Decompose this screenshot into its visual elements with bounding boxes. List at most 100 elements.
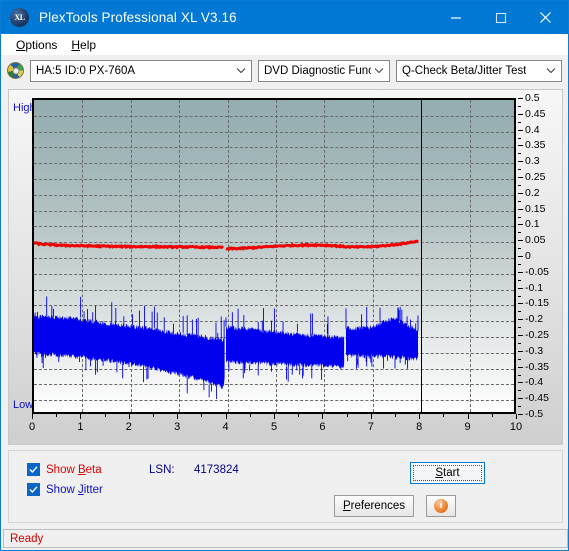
y-axis-tick (518, 303, 523, 305)
y-axis-label: 0.5 (525, 92, 540, 104)
x-axis-label: 10 (509, 421, 523, 433)
y-axis-label: -0.15 (525, 297, 549, 310)
controls-panel: Show Beta Show Jitter LSN: 4173824 Start… (8, 450, 563, 523)
y-axis-tick (518, 177, 523, 178)
x-axis-label: 4 (222, 421, 229, 433)
y-axis-tick (518, 414, 523, 415)
y-axis-minor-tick (518, 358, 521, 360)
function-select[interactable]: DVD Diagnostic Functions (258, 59, 390, 82)
application-window: XL PlexTools Professional XL V3.16 Optio… (0, 0, 569, 551)
y-axis-label: 0.25 (525, 171, 546, 183)
start-button[interactable]: Start (410, 462, 485, 484)
chart-panel: High Low 0.5 0.45 0.4 0.35 0.3 0.25 0.2 0.15 0.1… (8, 89, 563, 445)
preferences-button-label: Preferences (342, 500, 405, 512)
y-axis-minor-tick (518, 390, 521, 392)
y-axis-label: -0.05 (525, 265, 549, 278)
y-axis-tick (518, 240, 523, 242)
y-axis-minor-tick (518, 248, 521, 250)
x-axis-minor-tick (249, 414, 251, 417)
y-axis: 0.5 0.45 0.4 0.35 0.3 0.25 0.2 0.15 0.1 0.05 0 -0.0… (518, 92, 562, 420)
test-select-value: Q-Check Beta/Jitter Test (402, 64, 527, 77)
y-axis-label: 0.4 (525, 123, 540, 136)
y-axis-minor-tick (518, 137, 521, 139)
maximize-icon[interactable] (478, 1, 523, 34)
x-axis-tick (32, 414, 33, 419)
focus-outline (413, 465, 482, 481)
axis-annotation-low: Low (13, 399, 34, 411)
y-axis-minor-tick (518, 184, 521, 186)
y-axis-tick (518, 350, 523, 352)
y-axis-minor-tick (518, 153, 521, 155)
window-title: PlexTools Professional XL V3.16 (39, 10, 237, 25)
y-axis-minor-tick (518, 232, 521, 234)
x-axis-label: 2 (125, 421, 132, 433)
y-axis-label: -0.25 (525, 329, 549, 341)
y-axis-label: 0.1 (525, 218, 540, 231)
x-axis: 0 1 2 3 4 5 6 7 8 9 10 (28, 414, 522, 442)
x-axis-minor-tick (395, 414, 396, 417)
x-axis-tick (467, 414, 469, 419)
y-axis-label: 0.05 (525, 234, 546, 247)
y-axis-tick (518, 224, 523, 226)
show-jitter-checkbox[interactable]: Show Jitter (27, 483, 103, 496)
y-axis-minor-tick (518, 295, 521, 297)
x-axis-label: 5 (270, 421, 278, 433)
x-axis-minor-tick (298, 414, 300, 417)
y-axis-tick (518, 382, 523, 384)
preferences-button[interactable]: Preferences (334, 495, 414, 517)
menu-item-options[interactable]: Options (9, 37, 64, 53)
minimize-icon[interactable] (433, 1, 478, 34)
y-axis-tick (518, 335, 523, 336)
x-axis-label: 9 (464, 421, 471, 433)
y-axis-label: -0.3 (525, 344, 544, 357)
x-axis-minor-tick (153, 414, 154, 417)
drive-select[interactable]: HA:5 ID:0 PX-760A (30, 59, 252, 82)
x-axis-minor-tick (201, 414, 203, 417)
y-axis-tick (518, 287, 523, 289)
y-axis-label: -0.45 (525, 392, 549, 405)
x-axis-minor-tick (443, 414, 445, 417)
chevron-down-icon (233, 67, 249, 74)
x-axis-minor-tick (491, 414, 493, 417)
y-axis-minor-tick (518, 263, 521, 265)
x-axis-tick (370, 414, 372, 419)
chevron-down-icon (543, 67, 559, 74)
show-beta-label: Show Beta (46, 463, 102, 476)
plot-area[interactable] (32, 98, 516, 414)
x-axis-label: 0 (28, 421, 36, 433)
x-axis-minor-tick (56, 414, 58, 417)
function-select-value: DVD Diagnostic Functions (264, 64, 371, 77)
y-axis-tick (518, 366, 523, 368)
close-icon[interactable] (523, 1, 568, 34)
y-axis-label: 0.2 (525, 186, 540, 199)
x-axis-tick (128, 414, 130, 419)
y-axis-minor-tick (518, 216, 521, 218)
y-axis-minor-tick (518, 327, 521, 329)
y-axis-tick (518, 98, 523, 99)
show-beta-checkbox[interactable]: Show Beta (27, 463, 102, 476)
y-axis-minor-tick (518, 374, 521, 376)
x-axis-minor-tick (104, 414, 106, 417)
menu-bar: Options Help (1, 34, 568, 55)
window-controls (433, 1, 568, 34)
info-button[interactable]: i (426, 495, 456, 517)
x-axis-label: 8 (416, 421, 423, 433)
checkbox-checked-icon[interactable] (27, 463, 40, 476)
y-axis-tick (518, 161, 523, 163)
x-axis-label: 6 (319, 421, 326, 433)
y-axis-label: -0.4 (525, 376, 544, 389)
beta-series (34, 239, 419, 251)
x-axis-tick (274, 414, 275, 419)
x-axis-tick (177, 414, 179, 419)
lsn-label: LSN: (149, 464, 175, 476)
optical-disc-icon (7, 62, 24, 79)
y-axis-tick (518, 398, 523, 400)
chevron-down-icon (371, 67, 387, 74)
checkbox-checked-icon[interactable] (27, 483, 40, 496)
y-axis-minor-tick (518, 121, 521, 123)
x-axis-label: 1 (77, 421, 84, 433)
menu-item-help[interactable]: Help (64, 37, 103, 53)
test-select[interactable]: Q-Check Beta/Jitter Test (396, 59, 562, 82)
y-axis-minor-tick (518, 406, 521, 408)
x-axis-tick (516, 414, 517, 419)
